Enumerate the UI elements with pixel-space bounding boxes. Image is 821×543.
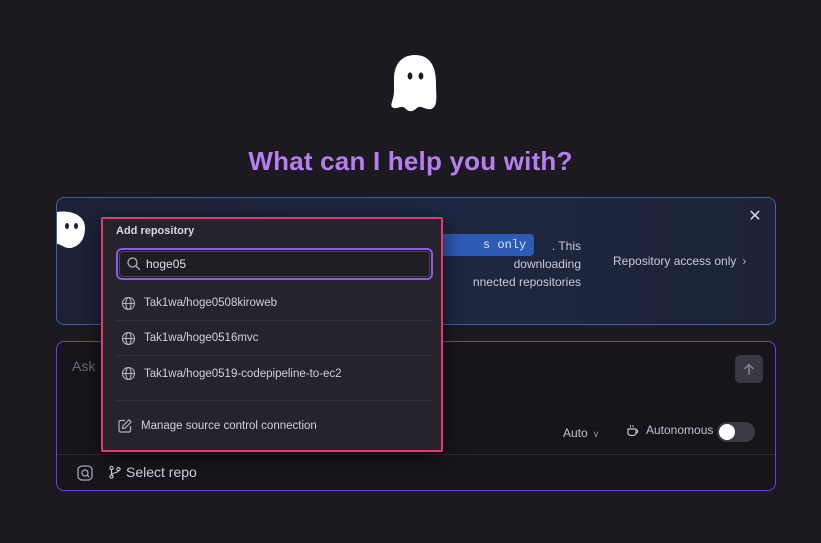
autonomous-option: Autonomous	[626, 423, 713, 437]
context-icon[interactable]	[76, 464, 94, 482]
autonomous-toggle[interactable]	[717, 422, 755, 442]
repository-item-label: Tak1wa/hoge0508kiroweb	[144, 297, 277, 309]
search-icon	[127, 257, 141, 271]
chevron-down-icon: ∨	[592, 429, 600, 439]
divider	[116, 400, 432, 401]
globe-icon	[121, 366, 136, 381]
git-branch-icon	[109, 465, 121, 479]
model-select[interactable]: Auto ∨	[563, 426, 599, 440]
page-title: What can I help you with?	[248, 146, 573, 176]
manage-source-control-button[interactable]: Manage source control connection	[117, 418, 317, 434]
edit-icon	[118, 419, 132, 433]
repository-access-link[interactable]: Repository access only ›	[613, 254, 746, 268]
repository-item[interactable]: Tak1wa/hoge0516mvc	[116, 321, 432, 356]
repository-search-input[interactable]	[146, 254, 416, 274]
ghost-icon	[57, 211, 85, 248]
globe-icon	[121, 296, 136, 310]
ghost-logo-icon	[391, 55, 437, 112]
banner-text: . This downloading nnected repositories	[441, 237, 581, 291]
close-icon[interactable]: ✕	[747, 209, 763, 225]
select-repo-button[interactable]: Select repo	[108, 464, 197, 480]
repository-list: Tak1wa/hoge0508kiroweb Tak1wa/hoge0516mv…	[116, 286, 432, 391]
toggle-knob	[719, 424, 735, 440]
coffee-cup-icon	[627, 424, 639, 437]
chevron-right-icon: ›	[742, 254, 747, 268]
repository-item-label: Tak1wa/hoge0516mvc	[144, 332, 259, 344]
repository-item[interactable]: Tak1wa/hoge0508kiroweb	[116, 286, 432, 321]
banner-text-line: downloading	[513, 257, 581, 271]
autonomous-label: Autonomous	[646, 423, 714, 437]
repository-item[interactable]: Tak1wa/hoge0519-codepipeline-to-ec2	[116, 356, 432, 391]
model-select-label: Auto	[563, 426, 588, 440]
manage-source-control-label: Manage source control connection	[141, 420, 317, 432]
globe-icon	[121, 331, 136, 345]
dropdown-title: Add repository	[116, 225, 195, 237]
repository-search-field[interactable]	[116, 248, 433, 280]
repository-item-label: Tak1wa/hoge0519-codepipeline-to-ec2	[144, 367, 342, 380]
repository-access-label: Repository access only	[613, 254, 737, 268]
select-repo-label: Select repo	[126, 464, 197, 480]
chat-footer: Select repo	[57, 454, 775, 490]
add-repository-dropdown: Add repository Tak1wa/hoge0508kiroweb Ta…	[101, 217, 443, 452]
banner-text-line: nnected repositories	[472, 275, 581, 289]
send-button[interactable]	[735, 355, 763, 383]
banner-text-line: . This	[551, 239, 581, 253]
arrow-up-icon	[744, 363, 754, 375]
chat-input[interactable]: Ask	[72, 358, 95, 374]
